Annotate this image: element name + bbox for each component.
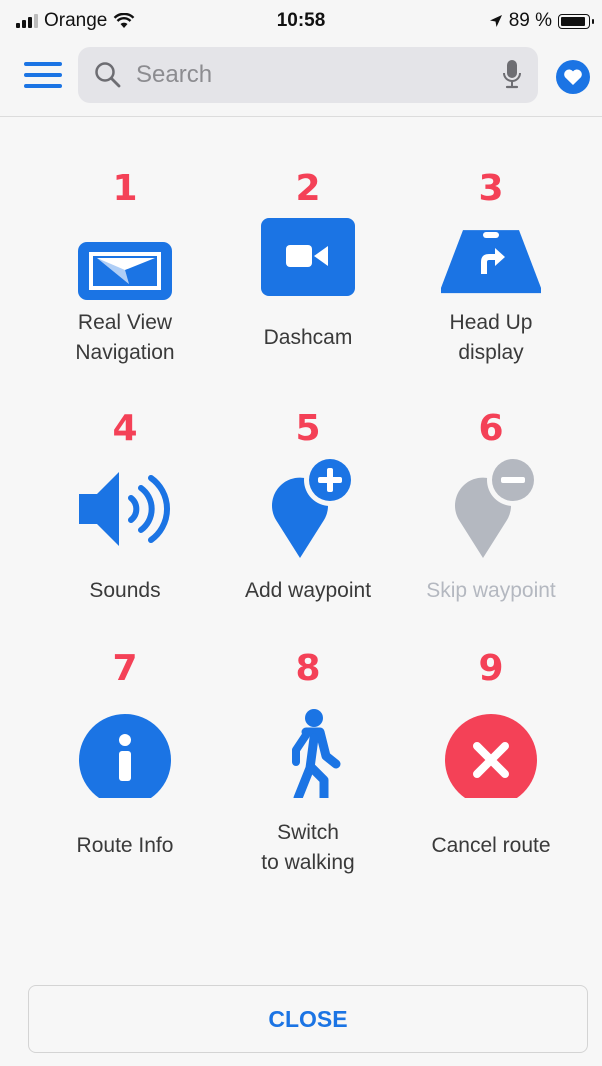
search-icon xyxy=(95,62,121,88)
search-input[interactable]: Search xyxy=(78,47,538,103)
heart-icon xyxy=(564,69,582,85)
tile-number: 2 xyxy=(295,168,321,209)
info-icon xyxy=(75,698,175,806)
tile-label: Dashcam xyxy=(263,326,353,349)
microphone-icon[interactable] xyxy=(502,59,522,91)
tile-add-waypoint[interactable]: 5 Add waypoint xyxy=(213,408,403,628)
tile-label: Switch to walking xyxy=(261,821,355,874)
tile-skip-waypoint[interactable]: 6 Skip waypoint xyxy=(396,408,586,628)
tile-head-up-display[interactable]: 3 Head Up display xyxy=(396,168,586,388)
head-up-display-icon xyxy=(439,218,543,318)
tile-label: Skip waypoint xyxy=(426,579,556,602)
tile-label: Add waypoint xyxy=(244,579,372,602)
walking-icon xyxy=(258,698,358,803)
real-view-navigation-icon xyxy=(75,218,175,318)
battery-percent: 89 % xyxy=(508,10,552,31)
tile-label: Cancel route xyxy=(431,834,551,857)
cancel-icon xyxy=(441,698,541,806)
tile-sounds[interactable]: 4 Sounds xyxy=(30,408,220,628)
location-arrow-icon xyxy=(489,15,502,27)
tile-real-view-navigation[interactable]: 1 Real View Navigation xyxy=(30,168,220,388)
tile-route-info[interactable]: 7 Route Info xyxy=(30,648,220,868)
battery-icon xyxy=(558,13,594,29)
add-waypoint-icon xyxy=(258,454,358,558)
tile-cancel-route[interactable]: 9 Cancel route xyxy=(396,648,586,868)
favorites-button[interactable] xyxy=(556,60,590,94)
menu-button[interactable] xyxy=(24,62,62,90)
tile-label: Route Info xyxy=(76,834,174,857)
tile-label: Head Up display xyxy=(449,311,533,364)
tile-number: 3 xyxy=(478,168,504,209)
sound-icon xyxy=(75,458,175,558)
tile-number: 1 xyxy=(112,168,138,209)
tile-label: Sounds xyxy=(89,579,161,602)
tile-number: 5 xyxy=(295,408,321,449)
status-bar: Orange 10:58 89 % xyxy=(0,0,602,40)
tile-number: 6 xyxy=(478,408,504,449)
tile-label: Real View Navigation xyxy=(75,311,175,364)
skip-waypoint-icon xyxy=(441,454,541,558)
top-bar: Orange 10:58 89 % Search xyxy=(0,0,602,117)
tile-number: 8 xyxy=(295,648,321,689)
tile-number: 7 xyxy=(112,648,138,689)
search-placeholder: Search xyxy=(136,61,213,88)
tile-switch-to-walking[interactable]: 8 Switch to walking xyxy=(213,648,403,874)
close-button[interactable]: CLOSE xyxy=(28,985,588,1053)
tile-number: 9 xyxy=(478,648,504,689)
tile-dashcam[interactable]: 2 Dashcam xyxy=(213,168,403,388)
dashcam-icon xyxy=(258,218,358,318)
tile-number: 4 xyxy=(112,408,138,449)
